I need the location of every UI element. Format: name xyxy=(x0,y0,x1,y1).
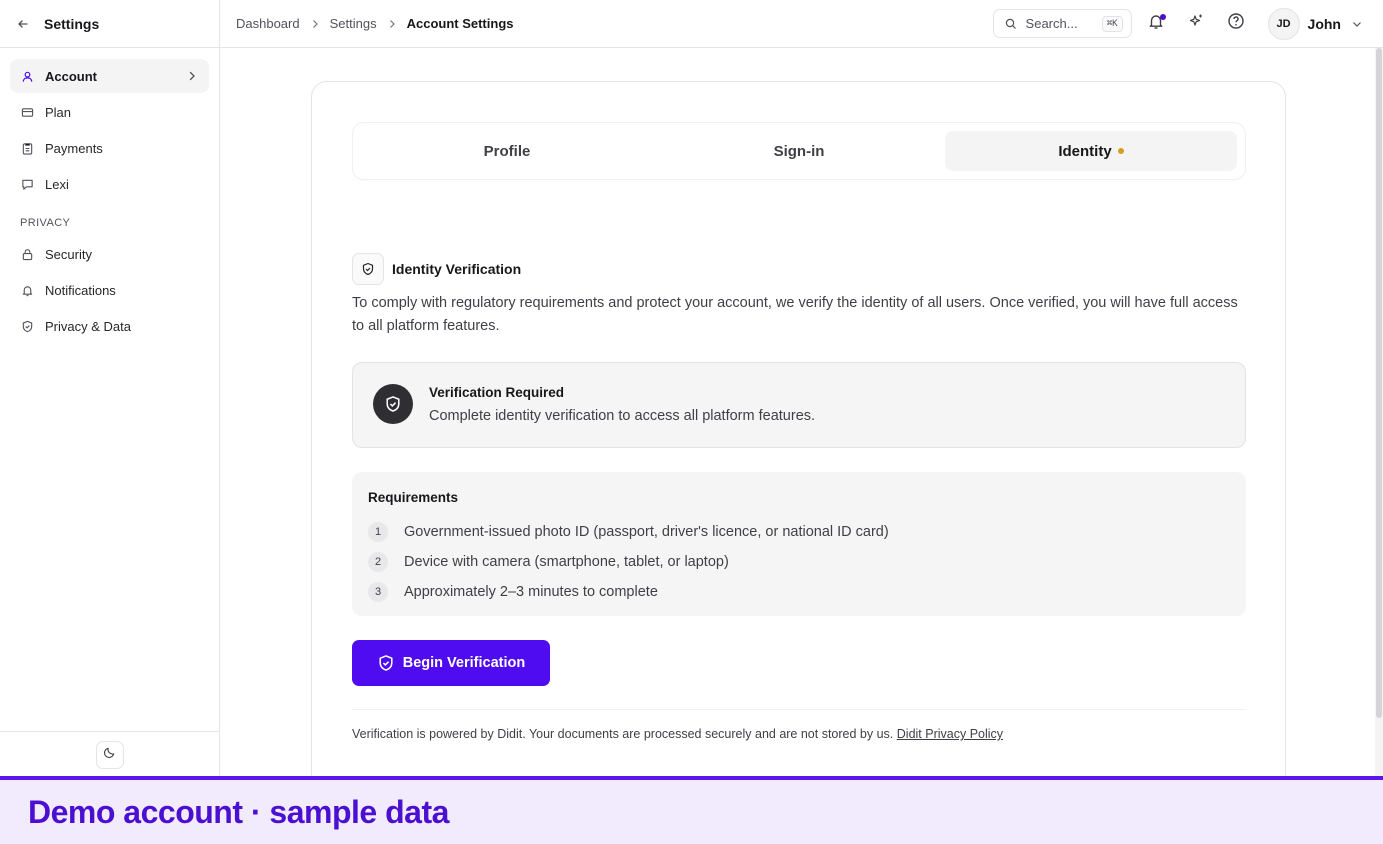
moon-icon xyxy=(103,746,116,764)
tab-label: Sign-in xyxy=(773,142,825,160)
theme-toggle-button[interactable] xyxy=(95,740,124,769)
pending-status-dot xyxy=(1117,148,1124,154)
chevron-right-icon xyxy=(308,17,322,31)
topbar: Dashboard Settings Account Settings Sear… xyxy=(220,0,1383,48)
button-label: Begin Verification xyxy=(402,655,526,671)
sidebar-item-label: Privacy & Data xyxy=(45,318,131,334)
lock-icon xyxy=(20,247,34,261)
shield-check-icon xyxy=(352,253,384,285)
verification-required-alert: Verification Required Complete identity … xyxy=(352,362,1246,448)
requirements-title: Requirements xyxy=(368,490,459,505)
sidebar-footer xyxy=(0,731,219,777)
clipboard-icon xyxy=(20,141,34,155)
account-settings-card: Profile Sign-in Identity Identity Verifi… xyxy=(311,81,1286,801)
scrollbar-thumb[interactable] xyxy=(1376,48,1382,718)
verification-required-title: Verification Required xyxy=(429,385,565,400)
topbar-actions: Search... ⌘K JD John xyxy=(992,7,1383,40)
sidebar-item-label: Security xyxy=(45,246,92,262)
search-shortcut: ⌘K xyxy=(1101,15,1123,32)
step-number: 2 xyxy=(368,552,388,572)
list-item: 3 Approximately 2–3 minutes to complete xyxy=(368,577,1230,607)
sidebar-section-privacy: PRIVACY xyxy=(20,217,71,229)
user-menu[interactable]: JD John xyxy=(1267,7,1363,40)
sidebar-nav: Account Plan Payments Lexi PRIVACY Secur… xyxy=(0,48,219,343)
requirement-text: Device with camera (smartphone, tablet, … xyxy=(404,554,729,570)
sidebar-item-account[interactable]: Account xyxy=(10,59,209,93)
sidebar-item-label: Payments xyxy=(45,140,103,156)
search-icon xyxy=(1005,17,1019,31)
sidebar-title: Settings xyxy=(44,15,100,32)
user-name: John xyxy=(1307,15,1341,32)
sparkle-icon xyxy=(1188,13,1204,34)
demo-banner-text: Demo account · sample data xyxy=(28,793,449,830)
breadcrumb-current: Account Settings xyxy=(406,16,514,31)
identity-verification-header: Identity Verification xyxy=(352,253,521,285)
search-placeholder: Search... xyxy=(1025,16,1078,31)
verification-required-description: Complete identity verification to access… xyxy=(429,408,816,424)
requirement-text: Government-issued photo ID (passport, dr… xyxy=(404,524,889,540)
begin-verification-button[interactable]: Begin Verification xyxy=(352,640,550,686)
privacy-policy-link[interactable]: Didit Privacy Policy xyxy=(897,727,1003,741)
step-number: 1 xyxy=(368,522,388,542)
requirement-text: Approximately 2–3 minutes to complete xyxy=(404,584,658,600)
avatar: JD xyxy=(1267,7,1300,40)
settings-tabs: Profile Sign-in Identity xyxy=(352,122,1246,180)
sidebar-header: Settings xyxy=(0,0,219,48)
sidebar-item-label: Account xyxy=(45,68,97,84)
list-item: 2 Device with camera (smartphone, tablet… xyxy=(368,547,1230,577)
sidebar-item-label: Lexi xyxy=(45,176,69,192)
demo-banner: Demo account · sample data xyxy=(0,776,1383,844)
shield-check-icon xyxy=(377,654,395,672)
tab-sign-in[interactable]: Sign-in xyxy=(653,131,945,171)
back-arrow-icon[interactable] xyxy=(16,17,30,31)
chat-icon xyxy=(20,177,34,191)
chevron-right-icon xyxy=(187,70,197,82)
shield-icon xyxy=(20,319,34,333)
sidebar: Settings Account Plan Payments Lexi PRIV… xyxy=(0,0,220,777)
sidebar-item-plan[interactable]: Plan xyxy=(10,95,209,129)
help-icon xyxy=(1227,12,1245,35)
footer-text: Verification is powered by Didit. Your d… xyxy=(352,727,894,741)
sidebar-item-label: Plan xyxy=(45,104,72,120)
breadcrumb: Dashboard Settings Account Settings xyxy=(220,16,514,31)
bell-icon xyxy=(20,283,34,297)
tab-profile[interactable]: Profile xyxy=(361,131,653,171)
ai-sparkle-button[interactable] xyxy=(1180,8,1212,40)
help-button[interactable] xyxy=(1220,8,1252,40)
chevron-down-icon xyxy=(1351,18,1363,30)
list-item: 1 Government-issued photo ID (passport, … xyxy=(368,517,1230,547)
notifications-button[interactable] xyxy=(1140,8,1172,40)
search-input[interactable]: Search... ⌘K xyxy=(992,9,1132,38)
tab-label: Identity xyxy=(1058,142,1112,160)
identity-verification-description: To comply with regulatory requirements a… xyxy=(352,295,1238,334)
identity-verification-title: Identity Verification xyxy=(392,261,522,277)
divider xyxy=(352,709,1246,710)
shield-check-icon xyxy=(373,384,413,424)
user-icon xyxy=(20,69,34,83)
tab-label: Profile xyxy=(483,142,531,160)
sidebar-item-lexi[interactable]: Lexi xyxy=(10,167,209,201)
sidebar-item-label: Notifications xyxy=(45,282,116,298)
chevron-right-icon xyxy=(385,17,399,31)
notification-dot xyxy=(1159,13,1166,20)
breadcrumb-settings[interactable]: Settings xyxy=(330,16,377,31)
card-icon xyxy=(20,105,34,119)
breadcrumb-dashboard[interactable]: Dashboard xyxy=(236,16,300,31)
sidebar-item-security[interactable]: Security xyxy=(10,237,209,271)
sidebar-item-payments[interactable]: Payments xyxy=(10,131,209,165)
sidebar-item-notifications[interactable]: Notifications xyxy=(10,273,209,307)
requirements-panel: Requirements 1 Government-issued photo I… xyxy=(352,472,1246,616)
sidebar-item-privacy-data[interactable]: Privacy & Data xyxy=(10,309,209,343)
verification-footer-note: Verification is powered by Didit. Your d… xyxy=(352,727,1003,741)
step-number: 3 xyxy=(368,582,388,602)
main-scrollbar[interactable] xyxy=(1375,48,1383,777)
tab-identity[interactable]: Identity xyxy=(945,131,1237,171)
